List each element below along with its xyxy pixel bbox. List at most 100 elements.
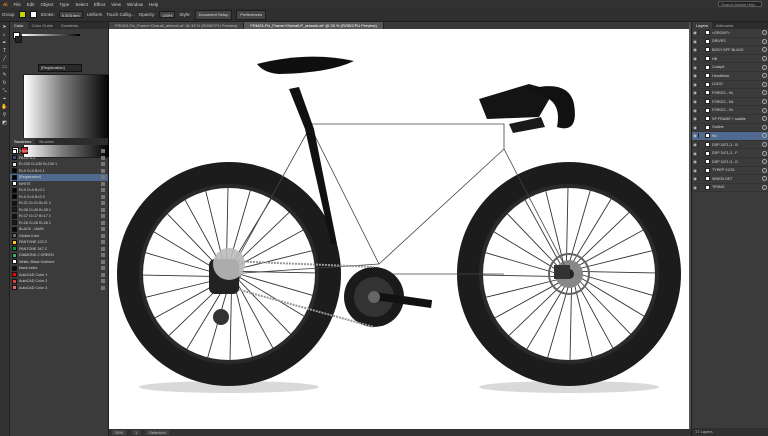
menu-item-object[interactable]: Object bbox=[38, 2, 57, 7]
pen-tool-icon[interactable]: ✒ bbox=[1, 39, 8, 46]
target-circle-icon[interactable] bbox=[762, 167, 767, 173]
layer-row[interactable]: ◉ HB bbox=[692, 55, 768, 64]
lock-toggle[interactable] bbox=[698, 142, 703, 148]
target-circle-icon[interactable] bbox=[762, 47, 767, 53]
tab-document[interactable]: FRM23-Fix_Frame+Overall-P_artwork.ai* @ … bbox=[244, 22, 384, 29]
zoom-field[interactable]: 25% bbox=[112, 430, 127, 435]
lock-toggle[interactable] bbox=[698, 184, 703, 190]
lock-toggle[interactable] bbox=[698, 38, 703, 44]
layer-row[interactable]: ◉ DSP 3471-3 - B bbox=[692, 141, 768, 150]
stroke-swatch[interactable] bbox=[29, 11, 37, 18]
eyedropper-tool-icon[interactable]: ⌖ bbox=[1, 95, 8, 102]
target-circle-icon[interactable] bbox=[762, 73, 767, 79]
layer-row[interactable]: ◉ DRIVES bbox=[692, 38, 768, 47]
target-circle-icon[interactable] bbox=[762, 99, 767, 105]
layer-row[interactable]: ◉ FSR023 - HL bbox=[692, 106, 768, 115]
registration-field[interactable]: [Registration] bbox=[38, 64, 82, 72]
scale-tool-icon[interactable]: ⤡ bbox=[1, 87, 8, 94]
menu-item-window[interactable]: Window bbox=[124, 2, 146, 7]
tab-color[interactable]: Color bbox=[10, 22, 28, 29]
target-circle-icon[interactable] bbox=[762, 81, 767, 87]
lock-toggle[interactable] bbox=[698, 124, 703, 130]
lock-toggle[interactable] bbox=[698, 90, 703, 96]
target-circle-icon[interactable] bbox=[762, 30, 767, 36]
target-circle-icon[interactable] bbox=[762, 107, 767, 113]
menu-item-effect[interactable]: Effect bbox=[91, 2, 108, 7]
layer-row[interactable]: ◉ TYREP XC33 bbox=[692, 167, 768, 176]
lock-toggle[interactable] bbox=[698, 47, 703, 53]
layer-row[interactable]: ◉ fifo bbox=[692, 132, 768, 141]
target-circle-icon[interactable] bbox=[762, 90, 767, 96]
menu-item-type[interactable]: Type bbox=[57, 2, 73, 7]
target-circle-icon[interactable] bbox=[762, 184, 767, 190]
type-tool-icon[interactable]: T bbox=[1, 47, 8, 54]
opacity-field[interactable]: 100% bbox=[159, 11, 176, 18]
layer-row[interactable]: ◉ DSP 3471-3 - F bbox=[692, 149, 768, 158]
layer-row[interactable]: ◉ FSR023 - ML bbox=[692, 98, 768, 107]
rotate-tool-icon[interactable]: ↻ bbox=[1, 79, 8, 86]
layer-row[interactable]: ◉ WHEELSET bbox=[692, 175, 768, 184]
lock-toggle[interactable] bbox=[698, 30, 703, 36]
lock-toggle[interactable] bbox=[698, 81, 703, 87]
color-spectrum[interactable] bbox=[23, 74, 111, 158]
menu-item-help[interactable]: Help bbox=[146, 2, 161, 7]
tab-swatches[interactable]: Swatches bbox=[10, 138, 36, 145]
line-tool-icon[interactable]: ╱ bbox=[1, 55, 8, 62]
layer-row[interactable]: ◉ Cockpit bbox=[692, 63, 768, 72]
tab-document[interactable]: FRM23-Fix_Frame+Overall_artwork.ai* @ 33… bbox=[109, 22, 245, 29]
tab-layers[interactable]: Layers bbox=[692, 22, 713, 29]
brush-definition-label[interactable]: Touch Callig... bbox=[106, 12, 134, 17]
layer-row[interactable]: ◉ Outline bbox=[692, 124, 768, 133]
menu-item-select[interactable]: Select bbox=[72, 2, 91, 7]
hand-tool-icon[interactable]: ✋ bbox=[1, 103, 8, 110]
target-circle-icon[interactable] bbox=[762, 142, 767, 148]
lock-toggle[interactable] bbox=[698, 116, 703, 122]
tab-gradients[interactable]: Gradients bbox=[57, 22, 82, 29]
stroke-style-label[interactable]: Uniform bbox=[87, 12, 103, 17]
lock-toggle[interactable] bbox=[698, 73, 703, 79]
layer-row[interactable]: ◉ <GROUP> bbox=[692, 29, 768, 38]
artboard-field[interactable]: 1 bbox=[132, 430, 141, 435]
fill-swatch[interactable] bbox=[18, 11, 26, 18]
tab-artboards[interactable]: Artboards bbox=[712, 22, 737, 29]
layer-row[interactable]: ◉ LOGO bbox=[692, 81, 768, 90]
fill-stroke-icon[interactable]: ◩ bbox=[1, 119, 8, 126]
target-circle-icon[interactable] bbox=[762, 176, 767, 182]
paintbrush-tool-icon[interactable]: ✎ bbox=[1, 71, 8, 78]
target-circle-icon[interactable] bbox=[762, 116, 767, 122]
lock-toggle[interactable] bbox=[698, 133, 703, 139]
layer-row[interactable]: ◉ TIRING bbox=[692, 184, 768, 193]
lock-toggle[interactable] bbox=[698, 176, 703, 182]
lock-toggle[interactable] bbox=[698, 56, 703, 62]
target-circle-icon[interactable] bbox=[762, 159, 767, 165]
layer-row[interactable]: ◉ FSR023 - HL bbox=[692, 89, 768, 98]
tint-slider[interactable] bbox=[22, 34, 80, 36]
preferences-button[interactable]: Preferences bbox=[236, 9, 266, 20]
document-setup-button[interactable]: Document Setup bbox=[194, 9, 233, 20]
swatch-row[interactable]: AutoCAD Color 3 bbox=[10, 285, 108, 292]
lock-toggle[interactable] bbox=[698, 99, 703, 105]
selection-tool-icon[interactable]: ➤ bbox=[1, 23, 8, 30]
target-circle-icon[interactable] bbox=[762, 150, 767, 156]
layer-row[interactable]: ◉ DSP 3471-3 - D bbox=[692, 158, 768, 167]
target-circle-icon[interactable] bbox=[762, 133, 767, 139]
artboard[interactable] bbox=[109, 29, 689, 429]
lock-toggle[interactable] bbox=[698, 150, 703, 156]
tab-color-guide[interactable]: Color Guide bbox=[28, 22, 57, 29]
lock-toggle[interactable] bbox=[698, 64, 703, 70]
rectangle-tool-icon[interactable]: ▭ bbox=[1, 63, 8, 70]
target-circle-icon[interactable] bbox=[762, 38, 767, 44]
menu-item-file[interactable]: File bbox=[11, 2, 24, 7]
zoom-tool-icon[interactable]: ⚲ bbox=[1, 111, 8, 118]
help-search-input[interactable]: Search Adobe Help bbox=[718, 1, 762, 7]
target-circle-icon[interactable] bbox=[762, 64, 767, 70]
stroke-color-icon[interactable] bbox=[15, 36, 22, 43]
menu-item-edit[interactable]: Edit bbox=[24, 2, 38, 7]
direct-selection-tool-icon[interactable]: ▹ bbox=[1, 31, 8, 38]
lock-toggle[interactable] bbox=[698, 167, 703, 173]
layer-row[interactable]: ◉ Handlebar bbox=[692, 72, 768, 81]
lock-toggle[interactable] bbox=[698, 159, 703, 165]
layer-row[interactable]: ◉ SP FRAME + saddle bbox=[692, 115, 768, 124]
menu-item-view[interactable]: View bbox=[108, 2, 124, 7]
target-circle-icon[interactable] bbox=[762, 56, 767, 62]
